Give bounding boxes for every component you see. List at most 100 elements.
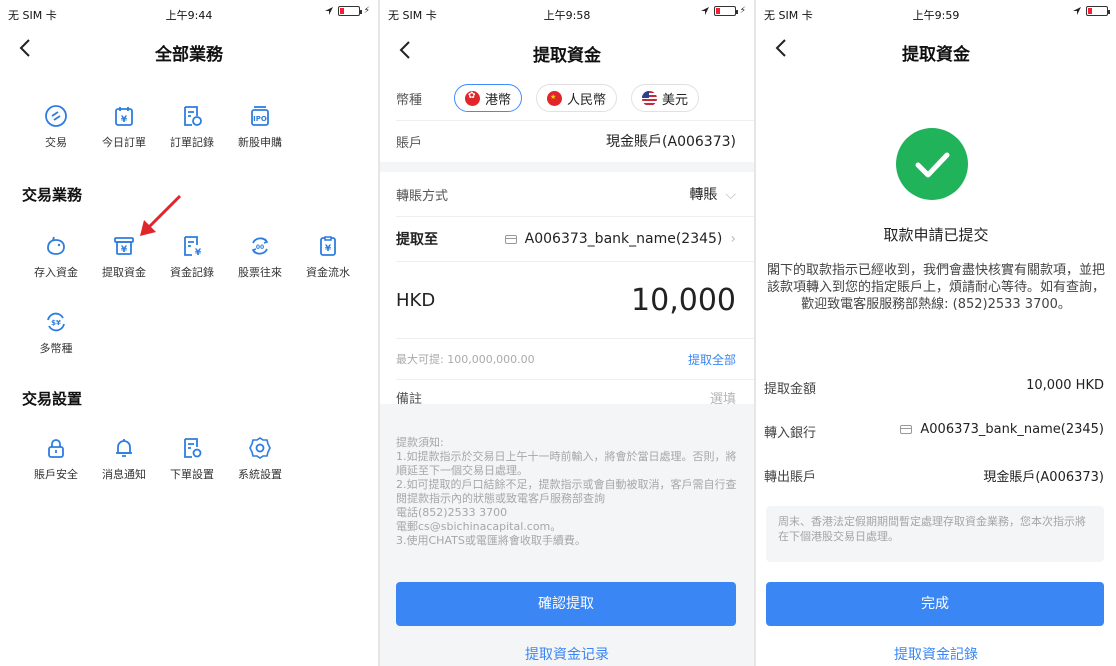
service-notifications[interactable]: 消息通知 xyxy=(90,436,158,482)
deposit-icon xyxy=(47,236,65,255)
confirm-withdraw-button[interactable]: 確認提取 xyxy=(396,582,736,626)
service-label: 新股申購 xyxy=(238,136,282,149)
max-withdraw-row: 最大可提: 100,000,000.00 提取全部 xyxy=(380,339,754,379)
page-title: 全部業務 xyxy=(155,45,223,65)
location-icon xyxy=(1073,7,1081,15)
section-title-trading: 交易業務 xyxy=(22,186,83,204)
bank-summary-row: 轉入銀行 A006373_bank_name(2345) xyxy=(764,422,1104,441)
service-deposit[interactable]: 存入資金 xyxy=(22,234,90,280)
transfer-method-label: 轉賬方式 xyxy=(396,188,449,204)
service-multi-currency[interactable]: $¥ 多幣種 xyxy=(22,310,90,356)
svg-text:¥: ¥ xyxy=(325,244,332,254)
amount-value: 10,000 HKD xyxy=(1026,378,1104,393)
transfer-method-row[interactable]: 轉賬方式 轉賬 ⌵ xyxy=(380,172,754,216)
transfer-method-value: 轉賬 ⌵ xyxy=(689,187,736,203)
currency-option-hkd[interactable]: 港幣 xyxy=(454,84,523,112)
withdraw-history-link[interactable]: 提取資金記錄 xyxy=(756,644,1116,664)
service-today-order[interactable]: ¥ 今日訂單 xyxy=(90,104,158,150)
page-title: 提取資金 xyxy=(902,45,970,65)
quick-actions-row: 交易 ¥ 今日訂單 訂單記錄 IPO 新股申購 xyxy=(0,104,378,150)
service-system-settings[interactable]: 系統設置 xyxy=(226,436,294,482)
amount-input[interactable]: 10,000 xyxy=(631,283,736,318)
remark-input[interactable]: 選填 xyxy=(710,388,736,407)
nav-bar: 提取資金 xyxy=(756,28,1116,72)
fund-record-icon: ¥ xyxy=(184,236,202,258)
order-settings-icon xyxy=(184,438,202,458)
done-button[interactable]: 完成 xyxy=(766,582,1104,626)
all-services-screen: 无 SIM 卡 上午9:44 ⚡ 全部業務 交易 ¥ 今日訂單 訂單記錄 IPO… xyxy=(0,0,378,666)
holiday-notice: 周末、香港法定假期期間暫定處理存取資金業務，您本次指示將在下個港股交易日處理。 xyxy=(766,506,1104,562)
currency-selector: 幣種 港幣 人民幣 美元 xyxy=(380,76,754,120)
remark-label: 備註 xyxy=(396,391,423,407)
withdraw-to-value: A006373_bank_name(2345) › xyxy=(504,231,736,247)
status-right: ⚡ xyxy=(700,6,746,16)
nav-bar: 提取資金 xyxy=(380,26,754,76)
svg-text:00: 00 xyxy=(256,244,264,251)
service-trade[interactable]: 交易 xyxy=(22,104,90,150)
success-description: 閣下的取款指示已經收到，我們會盡快核實有關款項，並把該款項轉入到您的指定賬戶上，… xyxy=(766,263,1105,312)
service-label: 存入資金 xyxy=(34,266,78,279)
service-ipo[interactable]: IPO 新股申購 xyxy=(226,104,294,150)
notes-line: 電郵cs@sbichinacapital.com。 xyxy=(396,520,562,533)
service-label: 股票往來 xyxy=(238,266,282,279)
service-account-security[interactable]: 賬戶安全 xyxy=(22,436,90,482)
service-order-settings[interactable]: 下單設置 xyxy=(158,436,226,482)
multi-currency-icon: $¥ xyxy=(47,312,65,332)
notes-line: 2.如可提取的戶口結餘不足，提款指示或會自動被取消，客戶需自行查閱提款指示內的狀… xyxy=(396,478,737,505)
account-row: 賬戶 現金賬戶(A006373) xyxy=(380,121,754,161)
location-icon xyxy=(700,7,709,15)
status-right xyxy=(1072,6,1110,16)
service-label: 交易 xyxy=(45,136,67,149)
svg-text:IPO: IPO xyxy=(253,115,267,123)
remark-row[interactable]: 備註 選填 xyxy=(380,380,754,414)
cn-flag-icon xyxy=(547,90,563,106)
amount-label: 提取金額 xyxy=(764,382,817,397)
status-bar: 无 SIM 卡 上午9:59 xyxy=(756,0,1116,26)
withdraw-all-link[interactable]: 提取全部 xyxy=(688,351,736,368)
service-label: 今日訂單 xyxy=(102,136,146,149)
currency-account-card: 幣種 港幣 人民幣 美元 賬戶 現金賬戶(A006373) xyxy=(380,76,754,162)
nav-bar: 全部業務 xyxy=(0,28,378,72)
svg-text:¥: ¥ xyxy=(121,115,128,125)
hk-flag-icon xyxy=(465,90,480,106)
currency-option-cny[interactable]: 人民幣 xyxy=(536,84,618,112)
withdraw-history-link[interactable]: 提取資金记录 xyxy=(380,644,754,664)
withdraw-to-row[interactable]: 提取至 A006373_bank_name(2345) › xyxy=(380,217,754,261)
clock-text: 上午9:59 xyxy=(912,9,960,22)
withdraw-form-screen: 无 SIM 卡 上午9:58 ⚡ 提取資金 幣種 港幣 人民幣 xyxy=(380,0,754,666)
currency-code: HKD xyxy=(396,289,436,311)
currency-option-usd[interactable]: 美元 xyxy=(631,84,700,112)
section-title-settings: 交易設置 xyxy=(22,390,83,408)
service-withdraw[interactable]: ¥ 提取資金 xyxy=(90,234,158,280)
withdraw-notes: 提款須知: 1.如提款指示於交易日上午十一時前輸入，將會於當日處理。否則，將順延… xyxy=(396,436,738,548)
withdraw-icon: ¥ xyxy=(114,237,134,255)
withdraw-details-card: 轉賬方式 轉賬 ⌵ 提取至 A006373_bank_name(2345) › HK… xyxy=(380,172,754,407)
service-label: 資金流水 xyxy=(306,266,350,279)
notes-line: 1.如提款指示於交易日上午十一時前輸入，將會於當日處理。否則，將順延至下一個交易… xyxy=(396,450,737,477)
service-order-record[interactable]: 訂單記錄 xyxy=(158,104,226,150)
service-label: 賬戶安全 xyxy=(34,468,78,481)
success-title: 取款申請已提交 xyxy=(883,226,989,244)
service-fund-record[interactable]: ¥ 資金記錄 xyxy=(158,234,226,280)
svg-text:¥: ¥ xyxy=(121,245,128,255)
ipo-icon: IPO xyxy=(251,106,269,126)
trade-icon xyxy=(45,105,67,127)
status-bar: 无 SIM 卡 上午9:58 ⚡ xyxy=(380,0,754,26)
trading-services-row-2: $¥ 多幣種 xyxy=(0,310,378,356)
account-summary-row: 轉出賬戶 現金賬戶(A006373) xyxy=(764,466,1104,485)
service-fund-flow[interactable]: ¥ 資金流水 xyxy=(294,234,362,280)
service-label: 資金記錄 xyxy=(170,266,214,279)
service-label: 系統設置 xyxy=(238,468,282,481)
amount-summary-row: 提取金額 10,000 HKD xyxy=(764,378,1104,397)
chevron-right-icon: › xyxy=(730,231,736,247)
service-stock-transfer[interactable]: 00 股票往來 xyxy=(226,234,294,280)
fund-flow-icon: ¥ xyxy=(320,236,336,256)
service-label: 下單設置 xyxy=(170,468,214,481)
account-value: 現金賬戶(A006373) xyxy=(983,470,1104,485)
pointer-arrow-annotation xyxy=(140,194,182,236)
screens: 无 SIM 卡 上午9:44 ⚡ 全部業務 交易 ¥ 今日訂單 訂單記錄 IPO… xyxy=(0,0,1116,666)
service-label: 多幣種 xyxy=(39,342,73,355)
account-label: 轉出賬戶 xyxy=(764,470,817,485)
svg-text:$¥: $¥ xyxy=(51,319,61,327)
charging-icon: ⚡ xyxy=(363,6,370,16)
